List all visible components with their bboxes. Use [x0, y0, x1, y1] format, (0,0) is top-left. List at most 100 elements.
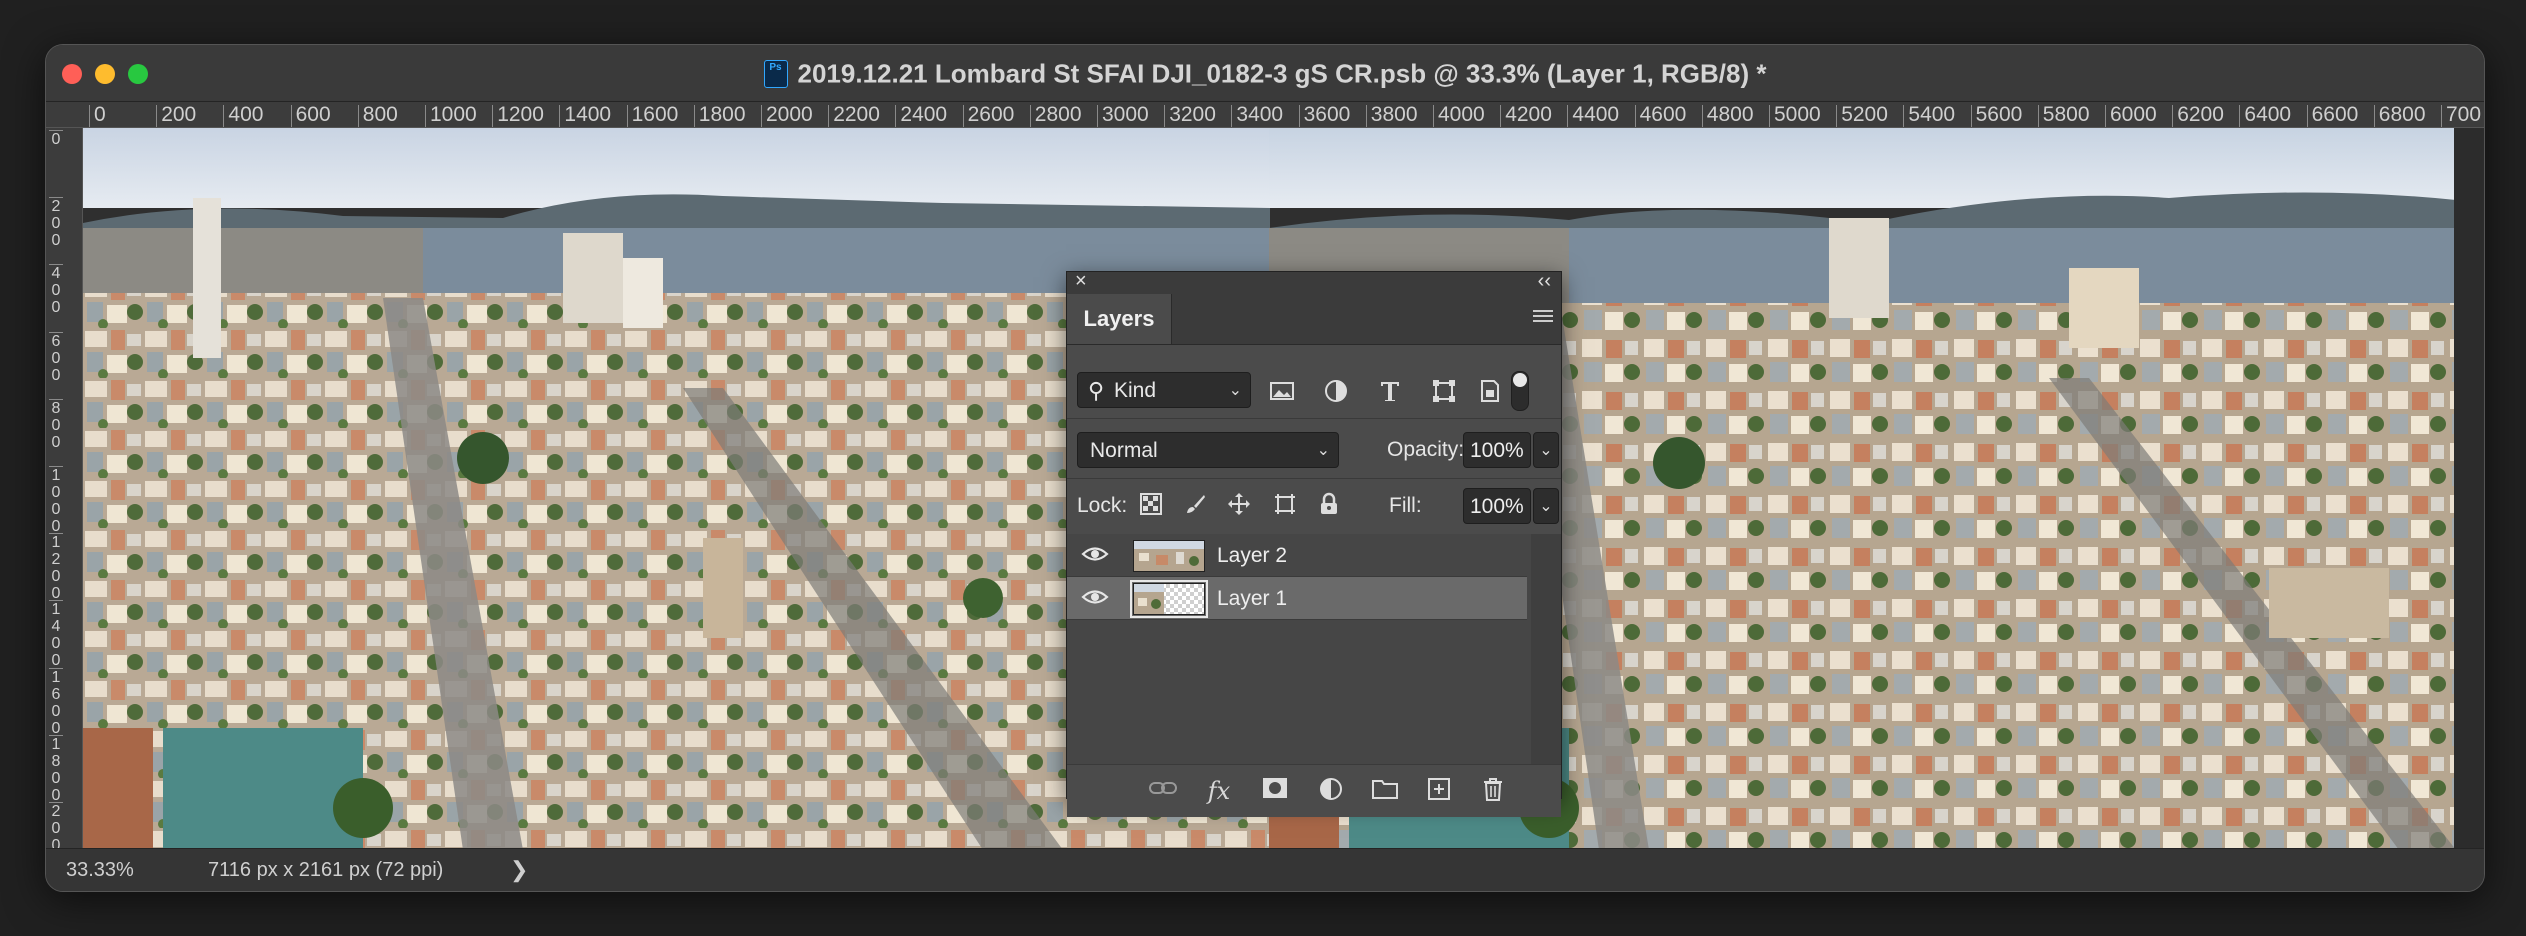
- lock-transparent-pixels-icon[interactable]: [1137, 492, 1165, 520]
- layer-thumbnail: [1133, 540, 1205, 572]
- lock-image-pixels-brush-icon[interactable]: [1181, 492, 1209, 520]
- fx-icon[interactable]: fx: [1203, 777, 1235, 805]
- ruler-tick-label: 6800: [2373, 104, 2426, 127]
- ruler-tick-label: 600: [49, 331, 63, 384]
- ruler-tick-label: 4600: [1634, 104, 1686, 127]
- filter-kind-select[interactable]: ⚲ Kind ⌄: [1077, 372, 1251, 408]
- ruler-tick-label: 1600: [49, 667, 63, 737]
- filter-row: ⚲ Kind ⌄: [1067, 368, 1561, 412]
- ruler-tick-label: 6000: [2105, 104, 2157, 127]
- ruler-tick-label: 3600: [1298, 104, 1350, 127]
- adjustment-filter-icon[interactable]: [1323, 378, 1349, 404]
- ruler-tick-label: 5000: [1769, 104, 1821, 127]
- zoom-level[interactable]: 33.33%: [66, 859, 134, 882]
- layers-footer-toolbar: fx: [1067, 764, 1561, 817]
- blend-mode-value: Normal: [1090, 439, 1158, 462]
- opacity-dropdown-chevron-icon[interactable]: ⌄: [1533, 432, 1559, 468]
- photoshop-document-icon: Ps: [763, 60, 788, 89]
- new-layer-icon[interactable]: [1423, 777, 1455, 805]
- image-filter-icon[interactable]: [1269, 378, 1295, 404]
- ruler-tick-label: 6200: [2172, 104, 2224, 127]
- smart-object-filter-icon[interactable]: [1477, 378, 1503, 404]
- document-info: 7116 px x 2161 px (72 ppi): [208, 859, 444, 881]
- layer-row-layer-2[interactable]: Layer 2: [1067, 534, 1527, 577]
- add-mask-icon[interactable]: [1259, 777, 1291, 805]
- fill-dropdown-chevron-icon[interactable]: ⌄: [1533, 488, 1559, 524]
- vertical-ruler[interactable]: 0 200 400 600 800 100012001400160018002000: [46, 128, 83, 850]
- ruler-tick-label: 4800: [1701, 104, 1754, 127]
- ruler-tick-label: 2600: [962, 104, 1014, 127]
- visibility-eye-icon[interactable]: [1081, 542, 1109, 566]
- lock-all-icon[interactable]: [1315, 492, 1343, 520]
- fill-input[interactable]: 100%: [1463, 488, 1531, 524]
- close-icon[interactable]: ×: [1075, 270, 1087, 293]
- ruler-tick-label: 3800: [1365, 104, 1418, 127]
- horizontal-ruler[interactable]: 0 200 400 600 800 1000 1200 1400 1600 1800 2000 220…: [46, 102, 2484, 128]
- chevron-down-icon: ⌄: [1316, 442, 1330, 459]
- vertical-scrollbar[interactable]: [2454, 128, 2484, 850]
- ruler-tick-label: 1200: [492, 104, 544, 127]
- ruler-tick-label: 2800: [1029, 104, 1082, 127]
- filter-toggle[interactable]: [1511, 371, 1529, 411]
- photoshop-window: Ps 2019.12.21 Lombard St SFAI DJI_0182-3 …: [45, 44, 2485, 892]
- ruler-tick-label: 5400: [1903, 104, 1955, 127]
- lock-position-move-icon[interactable]: [1225, 492, 1253, 520]
- lock-artboard-icon[interactable]: [1271, 492, 1299, 520]
- ruler-tick-label: 2200: [828, 104, 880, 127]
- lock-row: Lock: Fill: 100% ⌄: [1067, 484, 1561, 528]
- blend-mode-select[interactable]: Normal ⌄: [1077, 432, 1339, 468]
- tab-layers[interactable]: Layers: [1067, 294, 1172, 344]
- panel-header: × ‹‹: [1067, 270, 1561, 294]
- ruler-tick-label: 5200: [1836, 104, 1888, 127]
- opacity-input[interactable]: 100%: [1463, 432, 1531, 468]
- divider: [1067, 478, 1561, 479]
- ruler-tick-label: 800: [357, 104, 398, 127]
- ruler-tick-label: 2000: [49, 802, 63, 850]
- collapse-panel-icon[interactable]: ‹‹: [1538, 270, 1551, 293]
- shape-filter-icon[interactable]: [1431, 378, 1457, 404]
- ruler-tick-label: 1800: [693, 104, 746, 127]
- ruler-tick-label: 3400: [1231, 104, 1283, 127]
- status-menu-chevron-icon[interactable]: ❯: [510, 857, 528, 883]
- ruler-tick-label: 2400: [895, 104, 947, 127]
- layer-name[interactable]: Layer 2: [1217, 544, 1287, 568]
- visibility-eye-icon[interactable]: [1081, 585, 1109, 609]
- ruler-tick-label: 0: [89, 104, 106, 127]
- ruler-tick-label: 2000: [761, 104, 813, 127]
- type-filter-icon[interactable]: [1377, 378, 1403, 404]
- ruler-tick-label: 5800: [2037, 104, 2090, 127]
- chevron-down-icon: ⌄: [1228, 382, 1242, 399]
- ruler-tick-label: 1600: [626, 104, 678, 127]
- layer-row-layer-1[interactable]: Layer 1: [1067, 577, 1527, 620]
- layer-thumbnail: [1130, 580, 1208, 618]
- layers-panel: × ‹‹ Layers ⚲ Kind ⌄ Normal ⌄ Opacity: 1…: [1066, 270, 1562, 817]
- title-bar: Ps 2019.12.21 Lombard St SFAI DJI_0182-3 …: [46, 45, 2484, 102]
- ruler-tick-label: 800: [49, 398, 63, 451]
- layer-name[interactable]: Layer 1: [1217, 587, 1287, 611]
- ruler-tick-label: 3200: [1164, 104, 1216, 127]
- filter-kind-label: Kind: [1114, 379, 1157, 402]
- layers-scrollbar[interactable]: [1531, 534, 1561, 764]
- ruler-tick-label: 1000: [425, 104, 477, 127]
- window-title-wrap: Ps 2019.12.21 Lombard St SFAI DJI_0182-3 …: [46, 57, 2484, 90]
- fill-label: Fill:: [1389, 494, 1422, 517]
- ruler-tick-label: 200: [156, 104, 196, 127]
- ruler-tick-label: 4000: [1433, 104, 1485, 127]
- ruler-tick-label: 400: [223, 104, 263, 127]
- panel-menu-icon[interactable]: [1533, 310, 1553, 326]
- new-group-icon[interactable]: [1369, 777, 1401, 805]
- ruler-tick-label: 5600: [1970, 104, 2022, 127]
- trash-icon[interactable]: [1477, 777, 1509, 805]
- ruler-tick-label: 700: [2441, 104, 2481, 127]
- layers-list[interactable]: Layer 2 Layer 1: [1067, 534, 1561, 764]
- panel-tab-bar: Layers: [1067, 294, 1561, 345]
- adjustment-layer-icon[interactable]: [1315, 777, 1347, 805]
- ruler-tick-label: 400: [49, 264, 63, 316]
- ruler-tick-label: 1000: [49, 466, 63, 535]
- link-layers-icon[interactable]: [1147, 777, 1179, 805]
- ruler-tick-label: 0: [49, 130, 63, 148]
- ruler-tick-label: 600: [290, 104, 331, 127]
- ruler-tick-label: 1400: [49, 600, 63, 669]
- divider: [1067, 418, 1561, 419]
- search-icon: ⚲: [1088, 378, 1105, 403]
